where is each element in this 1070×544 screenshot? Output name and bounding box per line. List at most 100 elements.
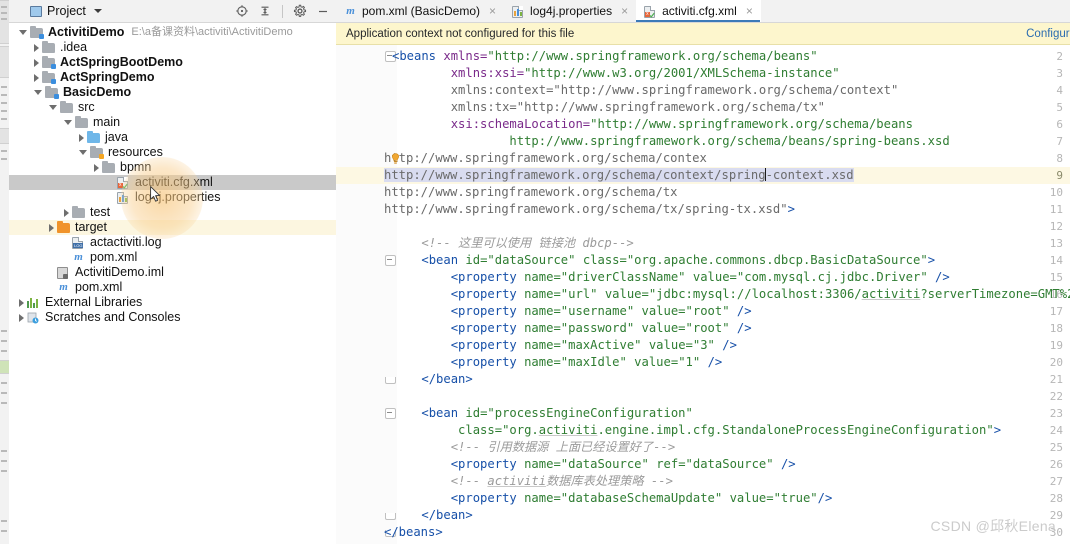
folder-icon — [72, 206, 86, 219]
tree-row-external-libraries[interactable]: External Libraries — [9, 295, 336, 310]
gear-icon[interactable] — [293, 4, 307, 18]
code-line[interactable]: <property name="password" value="root" /… — [392, 320, 752, 337]
close-icon[interactable]: × — [746, 5, 753, 17]
code-line[interactable]: <property name="url" value="jdbc:mysql:/… — [392, 286, 1070, 303]
tree-row-label: test — [90, 205, 111, 219]
line-number-gutter[interactable] — [336, 45, 384, 544]
tree-row-actactiviti-log[interactable]: LOG actactiviti.log — [9, 235, 336, 250]
minimize-icon[interactable] — [316, 4, 330, 18]
tree-row-activiti-cfg-xml[interactable]: x activiti.cfg.xml — [9, 175, 336, 190]
chevron-right-icon[interactable] — [19, 298, 24, 307]
code-line[interactable]: <!-- 这里可以使用 链接池 dbcp--> — [392, 235, 633, 252]
tool-strip-block-3[interactable] — [0, 128, 9, 144]
folder-icon — [75, 116, 89, 129]
code-line[interactable]: http://www.springframework.org/schema/tx — [384, 184, 678, 201]
chevron-down-icon[interactable] — [49, 105, 57, 110]
line-number: 17 — [1049, 305, 1063, 318]
code-line[interactable]: <property name="maxActive" value="3" /> — [392, 337, 737, 354]
chevron-right-icon[interactable] — [34, 43, 39, 52]
tree-row-log4j-properties[interactable]: log4j.properties — [9, 190, 336, 205]
collapse-all-icon[interactable] — [258, 4, 272, 18]
line-number: 13 — [1049, 237, 1063, 250]
code-line[interactable]: </bean> — [392, 507, 472, 524]
log-file-icon: LOG — [72, 236, 86, 249]
project-tree[interactable]: ActivitiDemo E:\a备课资料\activiti\ActivitiDe… — [9, 23, 336, 325]
code-line[interactable]: <property name="driverClassName" value="… — [392, 269, 950, 286]
close-icon[interactable]: × — [489, 5, 496, 17]
editor-tab-pom.xml[interactable]: m pom.xml (BasicDemo) × — [336, 0, 504, 22]
code-line[interactable]: <property name="dataSource" ref="dataSou… — [392, 456, 796, 473]
notification-banner: Application context not configured for t… — [336, 23, 1070, 45]
editor-tab-activiti.cfg.xml[interactable]: x activiti.cfg.xml × — [636, 0, 761, 22]
code-line[interactable]: <!-- 引用数据源 上面已经设置好了--> — [392, 439, 675, 456]
chevron-right-icon[interactable] — [34, 73, 39, 82]
chevron-right-icon[interactable] — [64, 208, 69, 217]
project-view-selector[interactable]: Project — [30, 4, 102, 18]
libraries-icon — [27, 296, 41, 309]
tree-row-test[interactable]: test — [9, 205, 336, 220]
code-line[interactable]: <property name="maxIdle" value="1" /> — [392, 354, 723, 371]
chevron-right-icon[interactable] — [19, 313, 24, 322]
idea-window: Project ActivitiDemo E:\a备课资料\activiti\A… — [0, 0, 1070, 544]
code-line[interactable]: xmlns:context="http://www.springframewor… — [392, 82, 899, 99]
code-line[interactable]: xsi:schemaLocation="http://www.springfra… — [392, 116, 913, 133]
line-number: 9 — [1056, 169, 1063, 182]
tree-row-pom-xml[interactable]: m pom.xml — [9, 250, 336, 265]
configure-link[interactable]: Configure — [1026, 28, 1070, 40]
code-editor[interactable]: 2 <beans xmlns="http://www.springframewor… — [336, 45, 1070, 544]
intention-bulb-icon[interactable] — [391, 153, 400, 164]
chevron-down-icon[interactable] — [93, 9, 102, 13]
code-line[interactable]: </bean> — [392, 371, 472, 388]
chevron-down-icon[interactable] — [19, 30, 27, 35]
tree-row-pom-xml[interactable]: m pom.xml — [9, 280, 336, 295]
tree-row-activitidemo[interactable]: ActivitiDemo E:\a备课资料\activiti\ActivitiDe… — [9, 25, 336, 40]
tree-row-java[interactable]: java — [9, 130, 336, 145]
editor-tab-label: activiti.cfg.xml — [662, 4, 737, 18]
tree-row-target[interactable]: target — [9, 220, 336, 235]
code-line[interactable]: <beans xmlns="http://www.springframework… — [392, 48, 818, 65]
code-line[interactable]: http://www.springframework.org/schema/tx… — [384, 201, 795, 218]
locate-in-tree-icon[interactable] — [235, 4, 249, 18]
chevron-right-icon[interactable] — [79, 133, 84, 142]
folder-icon — [102, 161, 116, 174]
tree-row-resources[interactable]: resources — [9, 145, 336, 160]
code-line[interactable]: xmlns:xsi="http://www.w3.org/2001/XMLSch… — [392, 65, 840, 82]
editor-tab-log4j.properties[interactable]: log4j.properties × — [504, 0, 636, 22]
code-line[interactable]: http://www.springframework.org/schema/co… — [384, 167, 854, 184]
chevron-down-icon[interactable] — [64, 120, 72, 125]
tree-row-actspringdemo[interactable]: ActSpringDemo — [9, 70, 336, 85]
code-line[interactable]: <bean id="processEngineConfiguration" — [392, 405, 693, 422]
code-line[interactable]: </beans> — [384, 524, 443, 541]
chevron-right-icon[interactable] — [34, 58, 39, 67]
properties-file-icon — [117, 191, 131, 204]
tool-strip-block-2[interactable] — [0, 46, 9, 78]
tree-row-idea[interactable]: .idea — [9, 40, 336, 55]
tool-strip-block-4[interactable] — [0, 360, 9, 374]
close-icon[interactable]: × — [621, 5, 628, 17]
tree-row-scratches-and-consoles[interactable]: Scratches and Consoles — [9, 310, 336, 325]
chevron-right-icon[interactable] — [94, 163, 99, 172]
tree-row-bpmn[interactable]: bpmn — [9, 160, 336, 175]
editor-tab-bar[interactable]: m pom.xml (BasicDemo) × log4j.properties × x a… — [336, 0, 1070, 23]
code-line[interactable]: <bean id="dataSource" class="org.apache.… — [392, 252, 935, 269]
code-line[interactable]: http://www.springframework.org/schema/be… — [392, 133, 949, 150]
tree-row-src[interactable]: src — [9, 100, 336, 115]
module-folder-icon — [42, 71, 56, 84]
code-line[interactable]: <property name="databaseSchemaUpdate" va… — [392, 490, 833, 507]
tree-row-main[interactable]: main — [9, 115, 336, 130]
code-line[interactable]: <!-- activiti数据库表处理策略 --> — [392, 473, 673, 490]
code-line[interactable]: xmlns:tx="http://www.springframework.org… — [392, 99, 825, 116]
line-number: 23 — [1049, 407, 1063, 420]
chevron-down-icon[interactable] — [34, 90, 42, 95]
code-line[interactable]: class="org.activiti.engine.impl.cfg.Stan… — [392, 422, 1001, 439]
code-line[interactable]: <property name="username" value="root" /… — [392, 303, 752, 320]
tree-row-basicdemo[interactable]: BasicDemo — [9, 85, 336, 100]
tree-row-actspringbootdemo[interactable]: ActSpringBootDemo — [9, 55, 336, 70]
code-line[interactable]: http://www.springframework.org/schema/co… — [384, 150, 707, 167]
chevron-right-icon[interactable] — [49, 223, 54, 232]
tree-row-label: main — [93, 115, 121, 129]
line-number: 25 — [1049, 441, 1063, 454]
chevron-down-icon[interactable] — [79, 150, 87, 155]
tree-row-activitidemo-iml[interactable]: ActivitiDemo.iml — [9, 265, 336, 280]
maven-file-icon: m — [74, 251, 83, 263]
